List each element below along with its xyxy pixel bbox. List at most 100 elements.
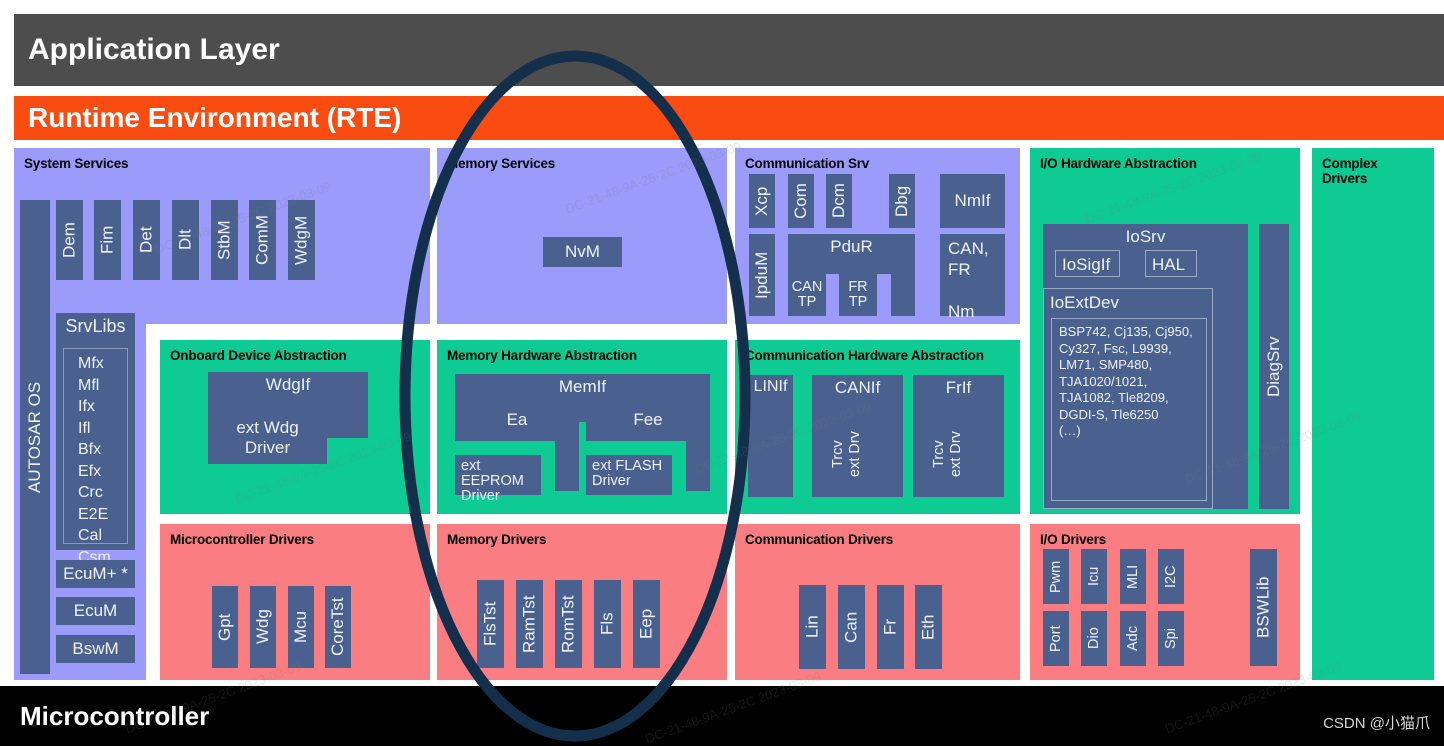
module-dbg[interactable]: Dbg (889, 174, 915, 228)
module-fee[interactable]: Fee (586, 398, 710, 441)
module-label: Xcp (752, 186, 771, 216)
module-dlt[interactable]: Dlt (172, 200, 199, 280)
module-label: ext EEPROM Driver (461, 458, 524, 504)
module-label: Dio (1086, 627, 1102, 650)
module-fr-tp[interactable]: FR TP (839, 274, 877, 316)
module-label: Pwm (1048, 560, 1064, 593)
onboard-device-abstraction-title: Onboard Device Abstraction (170, 348, 347, 363)
module-label: Icu (1086, 566, 1102, 587)
module-label: Com (791, 183, 810, 219)
module-nvm[interactable]: NvM (543, 237, 622, 267)
rte-banner: Runtime Environment (RTE) (14, 96, 1444, 140)
module-label: FR TP (848, 279, 868, 310)
module-dio[interactable]: Dio (1081, 611, 1107, 666)
module-label: WdgIf (265, 375, 311, 394)
module-icu[interactable]: Icu (1081, 549, 1107, 604)
module-label: Port (1048, 625, 1064, 652)
module-wdg[interactable]: Wdg (250, 586, 276, 668)
module-label: MLI (1125, 564, 1141, 589)
module-port[interactable]: Port (1043, 611, 1069, 666)
module-wdgm[interactable]: WdgM (288, 200, 315, 280)
module-stbm[interactable]: StbM (211, 200, 238, 280)
module-ecum[interactable]: EcuM (56, 597, 135, 625)
ioextdev-device-list: BSP742, Cj135, Cj950, Cy327, Fsc, L9939,… (1051, 318, 1207, 501)
module-label: Eep (636, 608, 656, 640)
module-ecum-plus[interactable]: EcuM+ * (56, 560, 135, 588)
module-hal[interactable]: HAL (1145, 250, 1197, 277)
module-ext-eeprom-driver[interactable]: ext EEPROM Driver (455, 455, 541, 504)
module-label: Lin (802, 615, 822, 639)
module-nmif[interactable]: NmIf (940, 174, 1005, 228)
module-label: Spi (1163, 628, 1179, 649)
module-spi[interactable]: Spi (1158, 611, 1184, 666)
module-label: Det (136, 226, 156, 254)
module-label: RamTst (519, 595, 539, 653)
module-i2c[interactable]: I2C (1158, 549, 1184, 604)
module-label: FlsTst (480, 601, 500, 647)
module-can-trcv-ext-drv[interactable]: Trcv ext Drv (824, 412, 870, 497)
module-gpt[interactable]: Gpt (212, 586, 238, 668)
application-layer-banner: Application Layer (14, 14, 1444, 86)
module-label: Trcv ext Drv (931, 431, 964, 478)
module-flstst[interactable]: FlsTst (477, 580, 504, 668)
module-label: Gpt (215, 613, 234, 641)
microcontroller-label: Microcontroller (20, 700, 210, 731)
module-label: ext Wdg Driver (236, 418, 299, 457)
module-eth[interactable]: Eth (915, 585, 942, 669)
system-services-title: System Services (24, 156, 129, 171)
panel-complex-drivers: Complex Drivers (1312, 148, 1434, 680)
module-label: CAN TP (791, 279, 823, 310)
module-label: DiagSrv (1264, 336, 1283, 397)
module-label: CANIf (834, 378, 881, 397)
module-dem[interactable]: Dem (56, 200, 83, 280)
module-label: Can (841, 611, 861, 643)
module-ext-flash-driver[interactable]: ext FLASH Driver (586, 455, 672, 495)
module-label: Dlt (175, 229, 195, 251)
module-fim[interactable]: Fim (94, 200, 121, 280)
module-lin[interactable]: Lin (799, 585, 826, 669)
module-eep[interactable]: Eep (633, 580, 660, 668)
module-ext-wdg-driver[interactable]: ext Wdg Driver (208, 412, 327, 464)
module-ea[interactable]: Ea (455, 398, 579, 441)
module-xcp[interactable]: Xcp (749, 174, 775, 228)
module-mli[interactable]: MLI (1120, 549, 1146, 604)
module-com[interactable]: Com (788, 174, 814, 228)
microcontroller-banner: Microcontroller (0, 686, 1444, 746)
module-label: Eth (918, 614, 938, 640)
module-label: Fr (880, 618, 900, 636)
module-fr[interactable]: Fr (877, 585, 904, 669)
module-label: NmIf (954, 191, 991, 210)
module-can-tp[interactable]: CAN TP (788, 274, 826, 316)
module-mcu[interactable]: Mcu (288, 586, 314, 668)
io-hardware-abstraction-title: I/O Hardware Abstraction (1040, 156, 1197, 171)
module-diagsrv[interactable]: DiagSrv (1259, 224, 1289, 509)
module-can[interactable]: Can (838, 585, 865, 669)
module-det[interactable]: Det (133, 200, 160, 280)
module-fls[interactable]: Fls (594, 580, 621, 668)
module-linif[interactable]: LINIf (748, 375, 793, 497)
module-fr-trcv-ext-drv[interactable]: Trcv ext Drv (925, 412, 971, 497)
module-can-fr-nm[interactable]: CAN, FR Nm (940, 234, 1005, 321)
complex-drivers-title: Complex Drivers (1322, 156, 1378, 186)
module-romtst[interactable]: RomTst (555, 580, 582, 668)
module-label: Dem (59, 222, 79, 258)
module-ipdum[interactable]: IpduM (749, 234, 775, 316)
io-drivers-title: I/O Drivers (1040, 532, 1107, 547)
module-adc[interactable]: Adc (1120, 611, 1146, 666)
memory-hardware-abstraction-title: Memory Hardware Abstraction (447, 348, 637, 363)
autosar-architecture-diagram: Application Layer Runtime Environment (R… (0, 0, 1444, 746)
module-comm[interactable]: ComM (249, 200, 276, 280)
module-pwm[interactable]: Pwm (1043, 549, 1069, 604)
module-bswm[interactable]: BswM (56, 635, 135, 663)
module-autosar-os[interactable]: AUTOSAR OS (20, 200, 50, 674)
module-bswlib[interactable]: BSWLib (1250, 549, 1277, 666)
module-label: LINIf (753, 378, 788, 395)
module-ramtst[interactable]: RamTst (516, 580, 543, 668)
module-label: CAN, FR Nm (948, 239, 989, 321)
module-iosigif[interactable]: IoSigIf (1055, 250, 1120, 277)
module-label: BSWLib (1253, 576, 1273, 639)
module-dcm[interactable]: Dcm (826, 174, 852, 228)
csdn-watermark: CSDN @小猫爪 (1323, 715, 1430, 732)
module-label: Dcm (829, 183, 848, 219)
module-coretst[interactable]: CoreTst (325, 586, 351, 668)
